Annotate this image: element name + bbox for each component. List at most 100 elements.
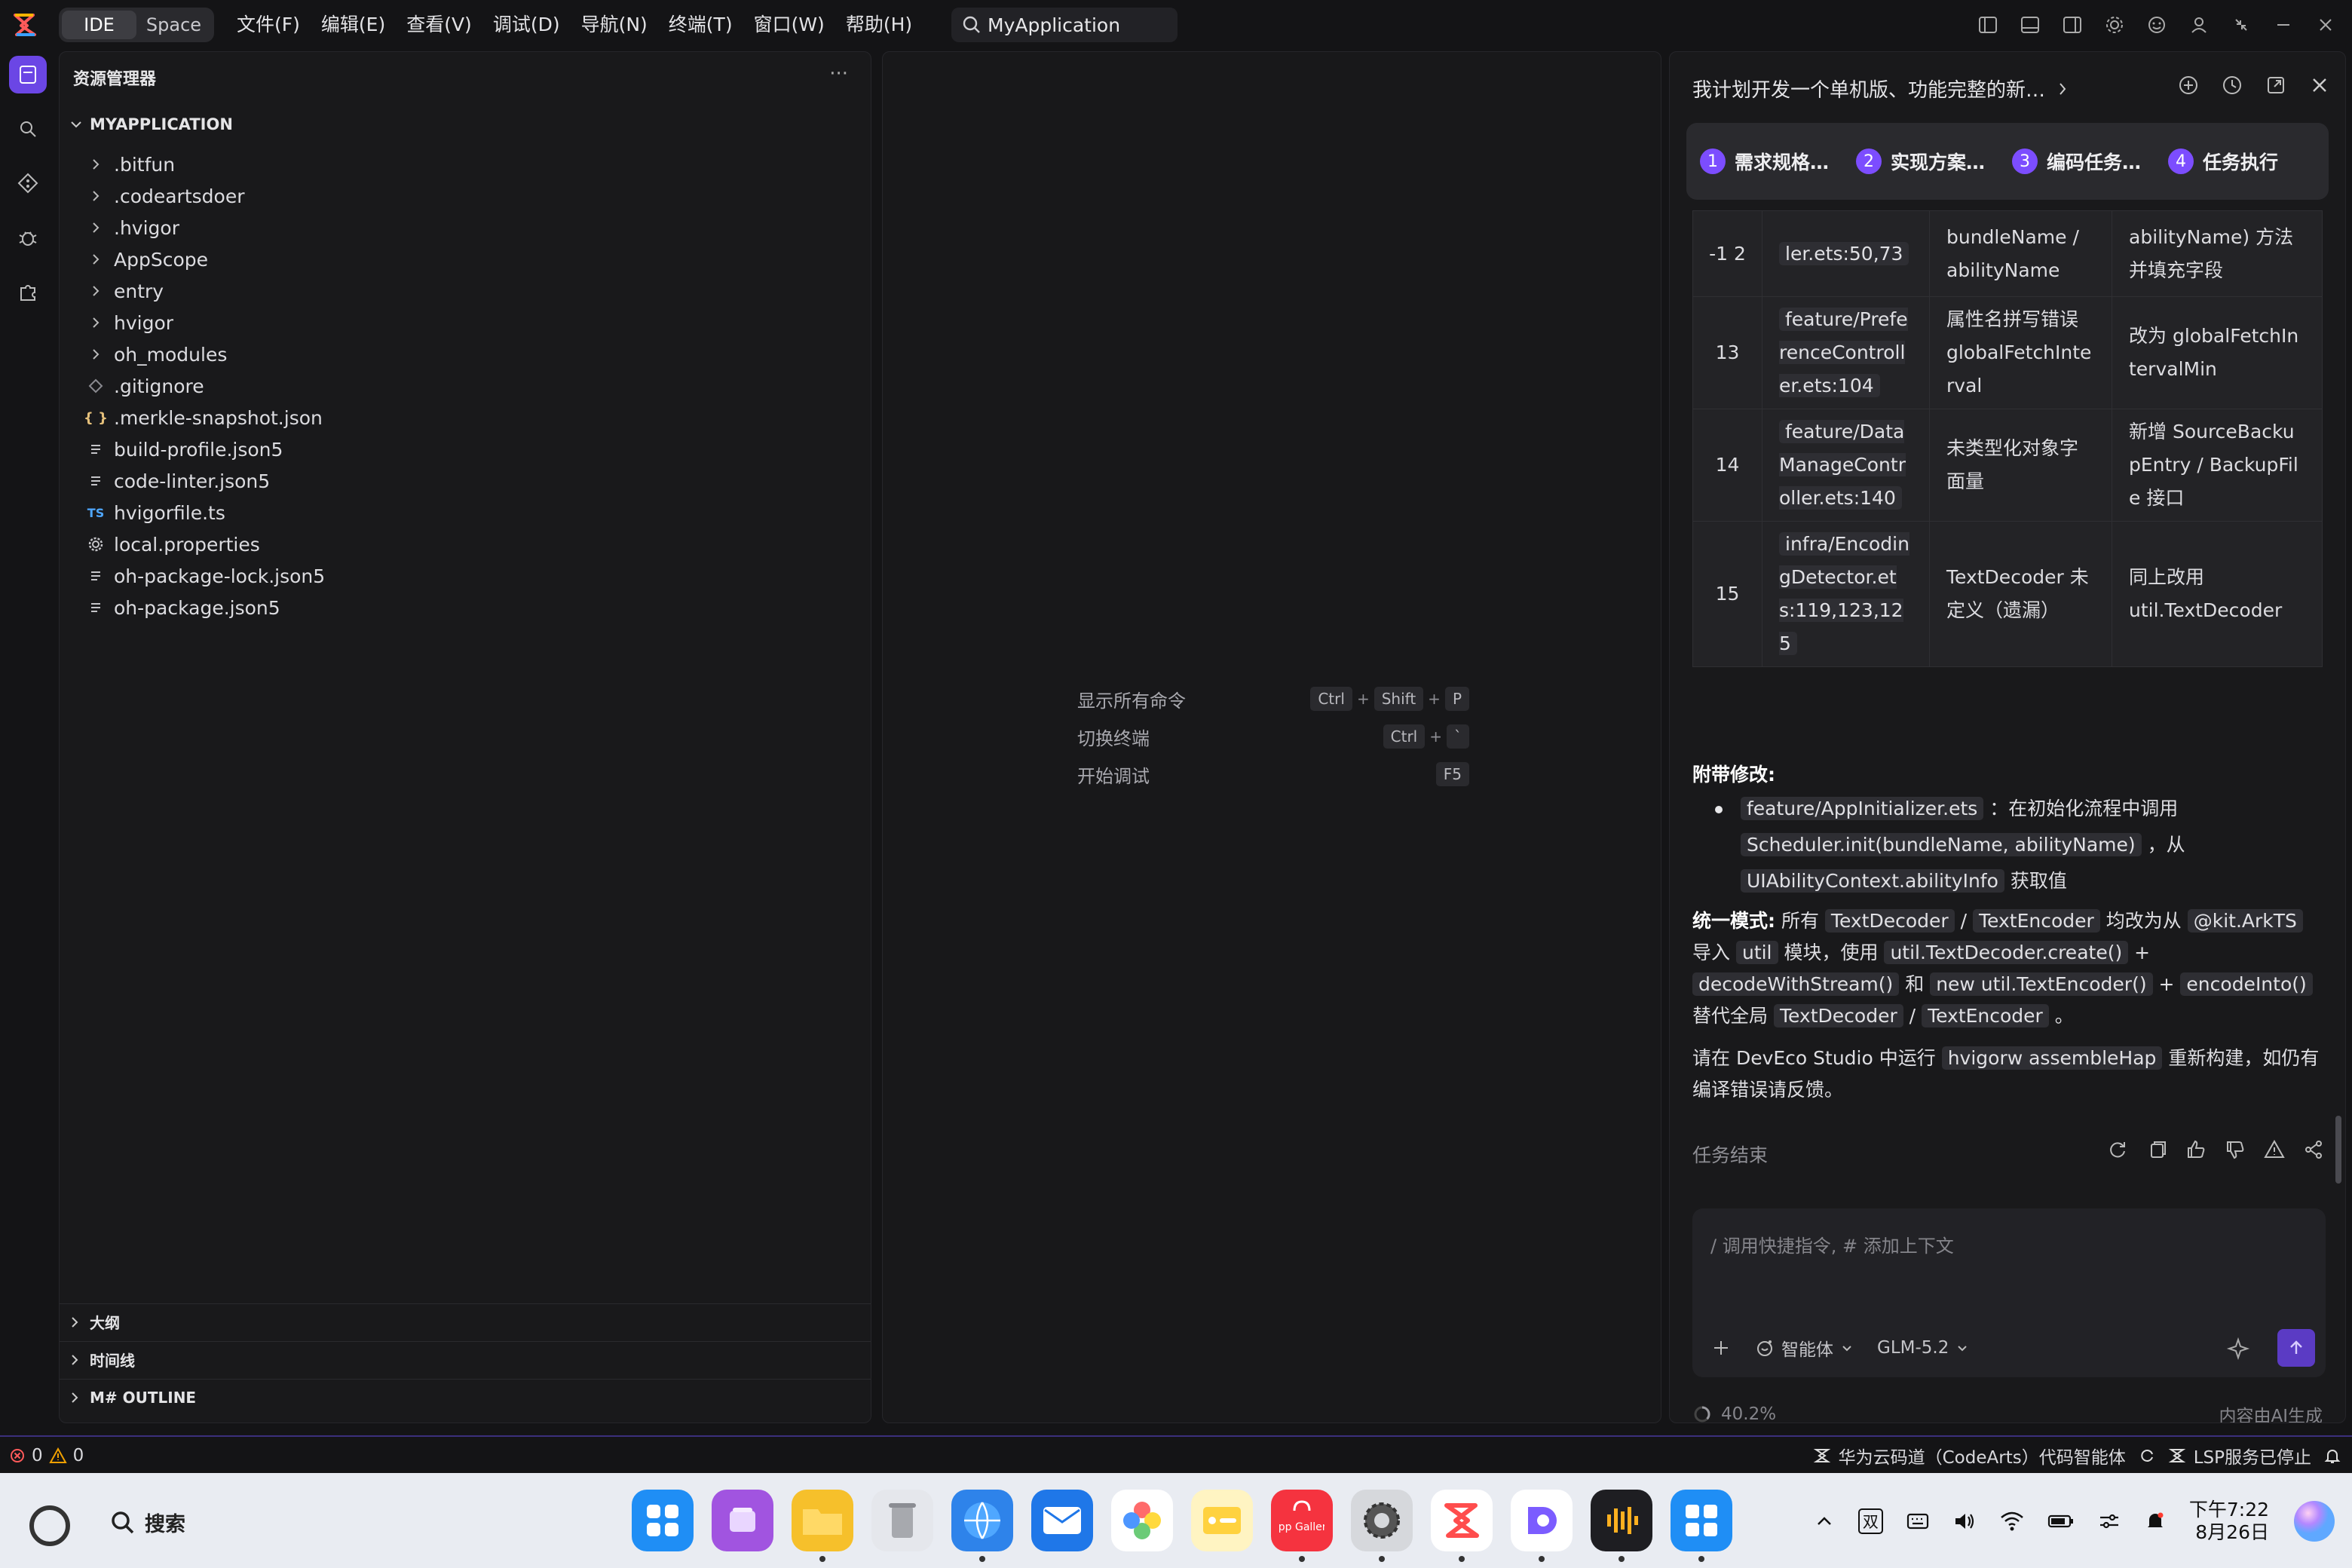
app-launcher-icon[interactable] xyxy=(632,1490,694,1551)
regenerate-icon[interactable] xyxy=(2105,1138,2130,1162)
menu-view[interactable]: 查看(V) xyxy=(396,8,482,42)
toggle-panel-icon[interactable] xyxy=(2019,14,2041,36)
command-hint-debug[interactable]: 开始调试 F5 xyxy=(1077,759,1469,789)
step-execution[interactable]: 4 任务执行 xyxy=(2168,148,2278,175)
tree-folder[interactable]: .codeartsdoer xyxy=(60,180,871,212)
menu-help[interactable]: 帮助(H) xyxy=(835,8,923,42)
menu-window[interactable]: 窗口(W) xyxy=(743,8,835,42)
explorer-button[interactable] xyxy=(9,56,47,93)
thumbs-up-icon[interactable] xyxy=(2184,1138,2208,1162)
clock[interactable]: 下午7:22 8月26日 xyxy=(2189,1499,2269,1544)
menu-navigate[interactable]: 导航(N) xyxy=(571,8,658,42)
deveco-app-icon[interactable] xyxy=(1511,1490,1573,1562)
tree-folder[interactable]: AppScope xyxy=(60,243,871,275)
settings-icon[interactable] xyxy=(2103,14,2126,36)
tree-file[interactable]: local.properties xyxy=(60,528,871,560)
tree-folder[interactable]: hvigor xyxy=(60,307,871,338)
step-requirements[interactable]: 1 需求规格… xyxy=(1700,148,1829,175)
ime-indicator[interactable]: 双 xyxy=(1857,1508,1883,1534)
menu-edit[interactable]: 编辑(E) xyxy=(311,8,396,42)
add-context-icon[interactable] xyxy=(1710,1337,1732,1358)
ai-scrollbar[interactable] xyxy=(2335,1116,2341,1184)
account-icon[interactable] xyxy=(2188,14,2210,36)
tree-folder[interactable]: entry xyxy=(60,275,871,307)
minimize-icon[interactable] xyxy=(2272,14,2295,36)
codearts-status[interactable]: 华为云码道（CodeArts）代码智能体 xyxy=(1813,1443,2126,1468)
notes-app-icon[interactable] xyxy=(1191,1490,1253,1551)
restore-icon[interactable] xyxy=(2230,14,2252,36)
lsp-status[interactable]: LSP服务已停止 xyxy=(2168,1443,2311,1468)
tree-folder[interactable]: oh_modules xyxy=(60,338,871,370)
send-button[interactable] xyxy=(2277,1329,2315,1367)
notification-icon[interactable] xyxy=(2144,1510,2167,1533)
smiley-icon[interactable] xyxy=(2145,14,2168,36)
assistant-orb-icon[interactable] xyxy=(2292,1499,2337,1544)
app-gallery-icon[interactable]: App Gallery xyxy=(1271,1490,1333,1562)
source-control-button[interactable] xyxy=(9,164,47,202)
project-root[interactable]: MYAPPLICATION xyxy=(67,115,233,133)
workspace-app-icon[interactable] xyxy=(1671,1490,1732,1562)
mode-space[interactable]: Space xyxy=(136,11,211,39)
taskbar-search[interactable]: 搜索 xyxy=(110,1508,185,1537)
section-timeline[interactable]: 时间线 xyxy=(60,1341,871,1377)
mail-app-icon[interactable] xyxy=(1031,1490,1093,1551)
tree-file[interactable]: oh-package-lock.json5 xyxy=(60,560,871,592)
notification-bell-icon[interactable] xyxy=(2323,1447,2341,1465)
open-window-icon[interactable] xyxy=(2264,73,2288,97)
share-icon[interactable] xyxy=(2301,1138,2326,1162)
close-panel-icon[interactable] xyxy=(2308,73,2332,97)
step-coding-tasks[interactable]: 3 编码任务… xyxy=(2012,148,2141,175)
tree-folder[interactable]: .hvigor xyxy=(60,212,871,243)
multitask-app-icon[interactable] xyxy=(712,1490,773,1551)
more-icon[interactable]: ··· xyxy=(829,63,848,85)
conversation-title[interactable]: 我计划开发一个单机版、功能完整的新… xyxy=(1692,75,2072,103)
search-button[interactable] xyxy=(9,110,47,148)
menu-terminal[interactable]: 终端(T) xyxy=(658,8,743,42)
settings-app-icon[interactable] xyxy=(1351,1490,1413,1562)
copy-icon[interactable] xyxy=(2145,1138,2169,1162)
tree-file[interactable]: .gitignore xyxy=(60,370,871,402)
history-icon[interactable] xyxy=(2220,73,2244,97)
chat-input-box[interactable]: / 调用快捷指令, # 添加上下文 智能体 GLM-5.2 xyxy=(1692,1208,2326,1377)
audio-app-icon[interactable] xyxy=(1591,1490,1652,1562)
agent-selector[interactable]: 智能体 xyxy=(1754,1335,1854,1361)
tree-folder[interactable]: .bitfun xyxy=(60,149,871,180)
command-hint-terminal[interactable]: 切换终端 Ctrl + ` xyxy=(1077,721,1469,752)
extensions-button[interactable] xyxy=(9,273,47,311)
debug-button[interactable] xyxy=(9,219,47,256)
tree-file[interactable]: TS hvigorfile.ts xyxy=(60,497,871,528)
tree-file[interactable]: build-profile.json5 xyxy=(60,433,871,465)
mode-ide[interactable]: IDE xyxy=(62,11,136,39)
tree-file[interactable]: code-linter.json5 xyxy=(60,465,871,497)
model-selector[interactable]: GLM-5.2 xyxy=(1877,1338,1970,1358)
toggle-sidebar-icon[interactable] xyxy=(1977,14,1999,36)
start-icon[interactable] xyxy=(27,1503,72,1548)
menu-debug[interactable]: 调试(D) xyxy=(482,8,571,42)
section-m-outline[interactable]: M# OUTLINE xyxy=(60,1379,871,1415)
codearts-ide-app-icon[interactable] xyxy=(1431,1490,1493,1562)
volume-icon[interactable] xyxy=(1952,1510,1977,1533)
step-solution[interactable]: 2 实现方案… xyxy=(1856,148,1985,175)
warning-icon[interactable] xyxy=(2262,1138,2286,1162)
sync-icon[interactable] xyxy=(2138,1447,2156,1465)
files-app-icon[interactable] xyxy=(792,1490,853,1562)
section-outline[interactable]: 大纲 xyxy=(60,1303,871,1340)
new-chat-icon[interactable] xyxy=(2176,73,2200,97)
control-center-icon[interactable] xyxy=(2097,1510,2121,1533)
chevron-up-icon[interactable] xyxy=(1813,1510,1836,1533)
menu-file[interactable]: 文件(F) xyxy=(226,8,311,42)
wifi-icon[interactable] xyxy=(1999,1510,2025,1533)
close-icon[interactable] xyxy=(2314,14,2337,36)
tree-file[interactable]: oh-package.json5 xyxy=(60,592,871,623)
browser-app-icon[interactable] xyxy=(951,1490,1013,1562)
command-hint-palette[interactable]: 显示所有命令 Ctrl + Shift + P xyxy=(1077,684,1469,714)
toggle-ai-panel-icon[interactable] xyxy=(2061,14,2084,36)
battery-icon[interactable] xyxy=(2047,1510,2075,1533)
keyboard-icon[interactable] xyxy=(1906,1510,1930,1533)
sparkle-icon[interactable] xyxy=(2226,1337,2250,1361)
trash-app-icon[interactable] xyxy=(871,1490,933,1551)
photos-app-icon[interactable] xyxy=(1111,1490,1173,1551)
tree-file[interactable]: { } .merkle-snapshot.json xyxy=(60,402,871,433)
project-search[interactable]: MyApplication xyxy=(951,8,1178,42)
thumbs-down-icon[interactable] xyxy=(2223,1138,2247,1162)
